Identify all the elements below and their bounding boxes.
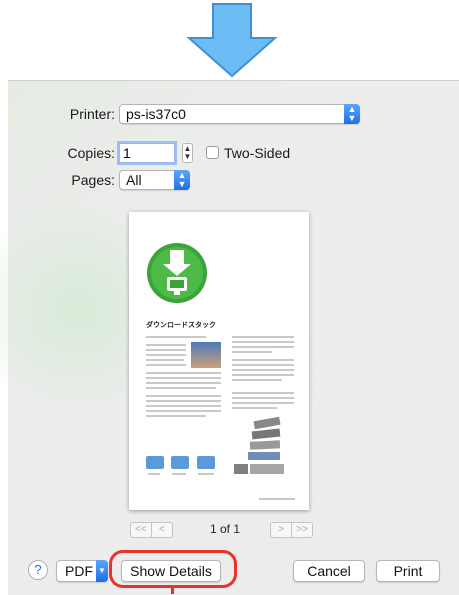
cancel-button[interactable]: Cancel — [293, 560, 365, 582]
pages-value: All — [126, 172, 142, 188]
folder-icon — [146, 456, 164, 469]
pages-popup[interactable]: All ▲ ▼ — [119, 170, 190, 190]
first-page-button[interactable]: << — [130, 522, 152, 538]
two-sided-label[interactable]: Two-Sided — [224, 145, 290, 161]
page-preview: ダウンロードスタック — [129, 212, 309, 510]
pdf-menu-button[interactable]: PDF ▼ — [56, 560, 108, 582]
download-stack-icon — [147, 243, 207, 303]
last-page-button[interactable]: >> — [291, 522, 313, 538]
folder-icon — [171, 456, 189, 469]
copies-label: Copies: — [67, 145, 115, 161]
help-button[interactable]: ? — [28, 560, 48, 580]
print-button[interactable]: Print — [376, 560, 440, 582]
stack-illustration — [232, 416, 292, 477]
popup-arrows-icon: ▲ ▼ — [174, 170, 190, 190]
copies-field[interactable]: 1 — [119, 143, 175, 163]
next-page-button[interactable]: > — [270, 522, 292, 538]
copies-stepper[interactable]: ▲ ▼ — [182, 143, 193, 163]
popup-arrows-icon: ▲ ▼ — [344, 104, 360, 124]
down-arrow-icon — [186, 3, 278, 78]
callout-pointer — [171, 588, 174, 594]
printer-popup[interactable]: ps-is37c0 ▲ ▼ — [119, 104, 360, 124]
printer-value: ps-is37c0 — [126, 106, 186, 122]
folder-icon — [197, 456, 215, 469]
chevron-down-icon: ▼ — [96, 560, 108, 582]
two-sided-checkbox[interactable] — [206, 146, 219, 159]
page-indicator: 1 of 1 — [210, 522, 241, 536]
pages-label: Pages: — [71, 172, 115, 188]
printer-label: Printer: — [69, 106, 115, 122]
pdf-label: PDF — [65, 563, 93, 579]
show-details-highlight — [109, 550, 237, 588]
prev-page-button[interactable]: < — [151, 522, 173, 538]
document-title: ダウンロードスタック — [146, 322, 216, 329]
screenshot-thumbnail — [191, 342, 221, 368]
